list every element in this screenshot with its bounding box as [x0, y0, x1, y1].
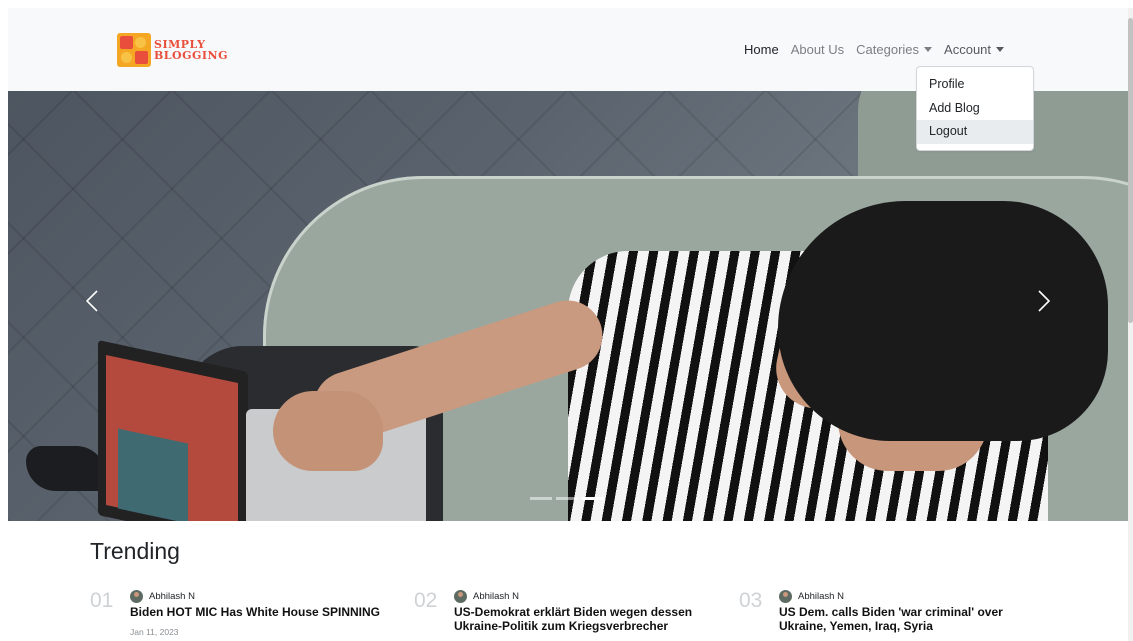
trending-title-link[interactable]: US-Demokrat erklärt Biden wegen dessen U… [454, 605, 714, 633]
caret-down-icon [996, 47, 1005, 53]
carousel-indicator-3[interactable] [582, 497, 604, 500]
nav-categories-dropdown[interactable]: Categories [850, 42, 938, 57]
chevron-right-icon [1038, 290, 1051, 312]
trending-date: Jan 11, 2023 [130, 627, 179, 637]
chevron-left-icon [85, 290, 98, 312]
brand-line-2: BLOGGING [154, 49, 228, 62]
avatar [454, 589, 467, 603]
trending-number: 03 [739, 589, 763, 612]
author-line: Abhilash N [779, 589, 1024, 603]
main-nav: Home About Us Categories Account [738, 42, 1010, 57]
puzzle-logo-icon [117, 33, 151, 67]
carousel-indicator-1[interactable] [530, 497, 552, 500]
avatar [779, 589, 792, 603]
trending-title-link[interactable]: Biden HOT MIC Has White House SPINNING [130, 605, 400, 619]
avatar [130, 589, 143, 603]
trending-number: 02 [414, 589, 438, 612]
page-scrollbar[interactable] [1128, 8, 1133, 641]
account-dropdown-menu: Profile Add Blog Logout [916, 66, 1034, 151]
author-name[interactable]: Abhilash N [473, 591, 519, 602]
menu-item-add-blog[interactable]: Add Blog [917, 97, 1033, 121]
carousel-prev-button[interactable] [72, 281, 112, 321]
author-line: Abhilash N [454, 589, 714, 603]
carousel-next-button[interactable] [1024, 281, 1064, 321]
brand-logo[interactable]: SIMPLY BLOGGING [117, 33, 228, 67]
nav-about-us[interactable]: About Us [785, 42, 850, 57]
nav-categories-label: Categories [856, 42, 920, 57]
page: SIMPLY BLOGGING Home About Us Categories… [8, 8, 1128, 641]
author-line: Abhilash N [130, 589, 400, 603]
nav-account-label: Account [944, 42, 992, 57]
scrollbar-thumb[interactable] [1128, 18, 1133, 323]
carousel-indicator-2[interactable] [556, 497, 578, 500]
nav-account-dropdown[interactable]: Account [938, 42, 1010, 57]
menu-item-logout[interactable]: Logout [917, 120, 1033, 144]
nav-home[interactable]: Home [738, 42, 785, 57]
menu-item-profile[interactable]: Profile [917, 73, 1033, 97]
brand-name: SIMPLY BLOGGING [154, 39, 228, 61]
hero-carousel [8, 91, 1128, 521]
trending-heading: Trending [90, 538, 180, 564]
author-name[interactable]: Abhilash N [149, 591, 195, 602]
author-name[interactable]: Abhilash N [798, 591, 844, 602]
carousel-indicators [530, 497, 604, 500]
trending-title-link[interactable]: US Dem. calls Biden 'war criminal' over … [779, 605, 1024, 633]
caret-down-icon [924, 47, 933, 53]
trending-number: 01 [90, 589, 114, 612]
